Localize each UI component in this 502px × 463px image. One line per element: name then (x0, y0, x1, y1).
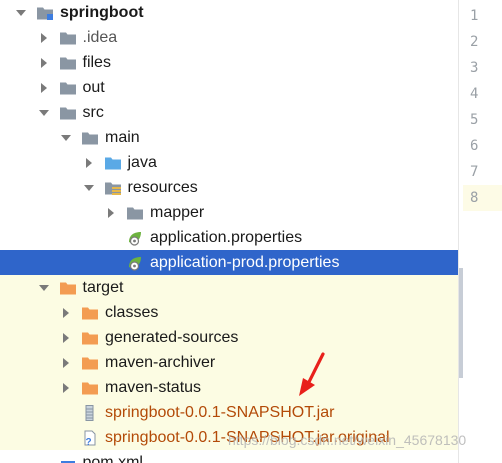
chevron-right-icon[interactable] (83, 157, 95, 169)
tree-item[interactable]: generated-sources (0, 325, 458, 350)
chevron-right-icon[interactable] (105, 207, 117, 219)
tree-item-label: maven-archiver (105, 354, 216, 371)
folder-icon (59, 30, 77, 46)
tree-item[interactable]: springboot (0, 0, 458, 25)
tree-item-label: main (105, 129, 140, 146)
editor-gutter: 1 2 3 4 5 6 7 8 (463, 0, 502, 463)
tree-item-label: pom.xml (82, 454, 143, 463)
resources-folder-icon (104, 180, 122, 196)
folder-icon (59, 55, 77, 71)
tree-item-label: mapper (150, 204, 205, 221)
tree-item-label: classes (105, 304, 159, 321)
spring-properties-icon (126, 255, 144, 271)
excluded-folder-icon (81, 305, 99, 321)
tree-item-label: application-prod.properties (150, 254, 340, 271)
chevron-down-icon[interactable] (60, 132, 72, 144)
chevron-down-icon[interactable] (38, 282, 50, 294)
chevron-down-icon[interactable] (38, 107, 50, 119)
tree-item[interactable]: resources (0, 175, 458, 200)
line-number: 3 (470, 60, 479, 76)
tree-item[interactable]: out (0, 75, 458, 100)
folder-icon (81, 130, 99, 146)
unknown-file-icon: ? (81, 430, 99, 448)
tree-item-label: springboot-0.0.1-SNAPSHOT.jar (105, 404, 335, 421)
chevron-right-icon[interactable] (60, 332, 72, 344)
tree-item[interactable]: maven-status (0, 375, 458, 400)
excluded-folder-icon (81, 355, 99, 371)
tree-item[interactable]: target (0, 275, 458, 300)
tree-item-label: java (127, 154, 157, 171)
tree-item-label: .idea (82, 29, 118, 46)
annotation-arrow-icon (299, 352, 325, 396)
line-number: 8 (463, 185, 502, 211)
folder-icon (59, 80, 77, 96)
excluded-folder-icon (81, 380, 99, 396)
tree-item[interactable]: mapper (0, 200, 458, 225)
tree-item[interactable]: m pom.xml (0, 450, 458, 463)
line-number: 5 (470, 112, 479, 128)
source-folder-icon (104, 155, 122, 171)
tree-item[interactable]: .idea (0, 25, 458, 50)
maven-icon: m (59, 455, 77, 463)
project-tree[interactable]: springboot .idea files out src main java resour… (0, 0, 458, 463)
folder-icon (126, 205, 144, 221)
svg-text:?: ? (86, 437, 92, 446)
tree-item[interactable]: maven-archiver (0, 350, 458, 375)
line-number: 1 (470, 8, 479, 24)
tree-item[interactable]: files (0, 50, 458, 75)
chevron-right-icon[interactable] (38, 82, 50, 94)
tree-item-label: files (82, 54, 111, 71)
tree-item-label: generated-sources (105, 329, 239, 346)
chevron-down-icon[interactable] (83, 182, 95, 194)
chevron-right-icon[interactable] (60, 357, 72, 369)
line-number: 2 (470, 34, 479, 50)
chevron-right-icon[interactable] (60, 382, 72, 394)
tree-item-label: out (82, 79, 105, 96)
line-number: 4 (470, 86, 479, 102)
chevron-right-icon[interactable] (38, 32, 50, 44)
folder-icon (59, 105, 77, 121)
spring-properties-icon (126, 230, 144, 246)
module-folder-icon (36, 5, 54, 21)
tree-item[interactable]: springboot-0.0.1-SNAPSHOT.jar (0, 400, 458, 425)
tree-item-label: application.properties (150, 229, 303, 246)
tree-item[interactable]: src (0, 100, 458, 125)
chevron-right-icon[interactable] (60, 307, 72, 319)
line-number: 6 (470, 138, 479, 154)
tree-item-label: src (82, 104, 104, 121)
excluded-folder-icon (81, 330, 99, 346)
tree-item-label: springboot (60, 4, 144, 21)
tree-item-label: maven-status (105, 379, 202, 396)
tree-item-label: target (82, 279, 124, 296)
line-number: 7 (470, 164, 479, 180)
tree-item-label: resources (127, 179, 198, 196)
jar-icon (81, 404, 99, 421)
excluded-folder-icon (59, 280, 77, 296)
tree-item[interactable]: application.properties (0, 225, 458, 250)
tree-item[interactable]: main (0, 125, 458, 150)
tree-item[interactable]: classes (0, 300, 458, 325)
chevron-down-icon[interactable] (15, 7, 27, 19)
chevron-right-icon[interactable] (38, 57, 50, 69)
tree-item[interactable]: java (0, 150, 458, 175)
watermark: https://blog.csdn.net/weixin_45678130 (228, 432, 467, 448)
tree-item[interactable]: application-prod.properties (0, 250, 458, 275)
